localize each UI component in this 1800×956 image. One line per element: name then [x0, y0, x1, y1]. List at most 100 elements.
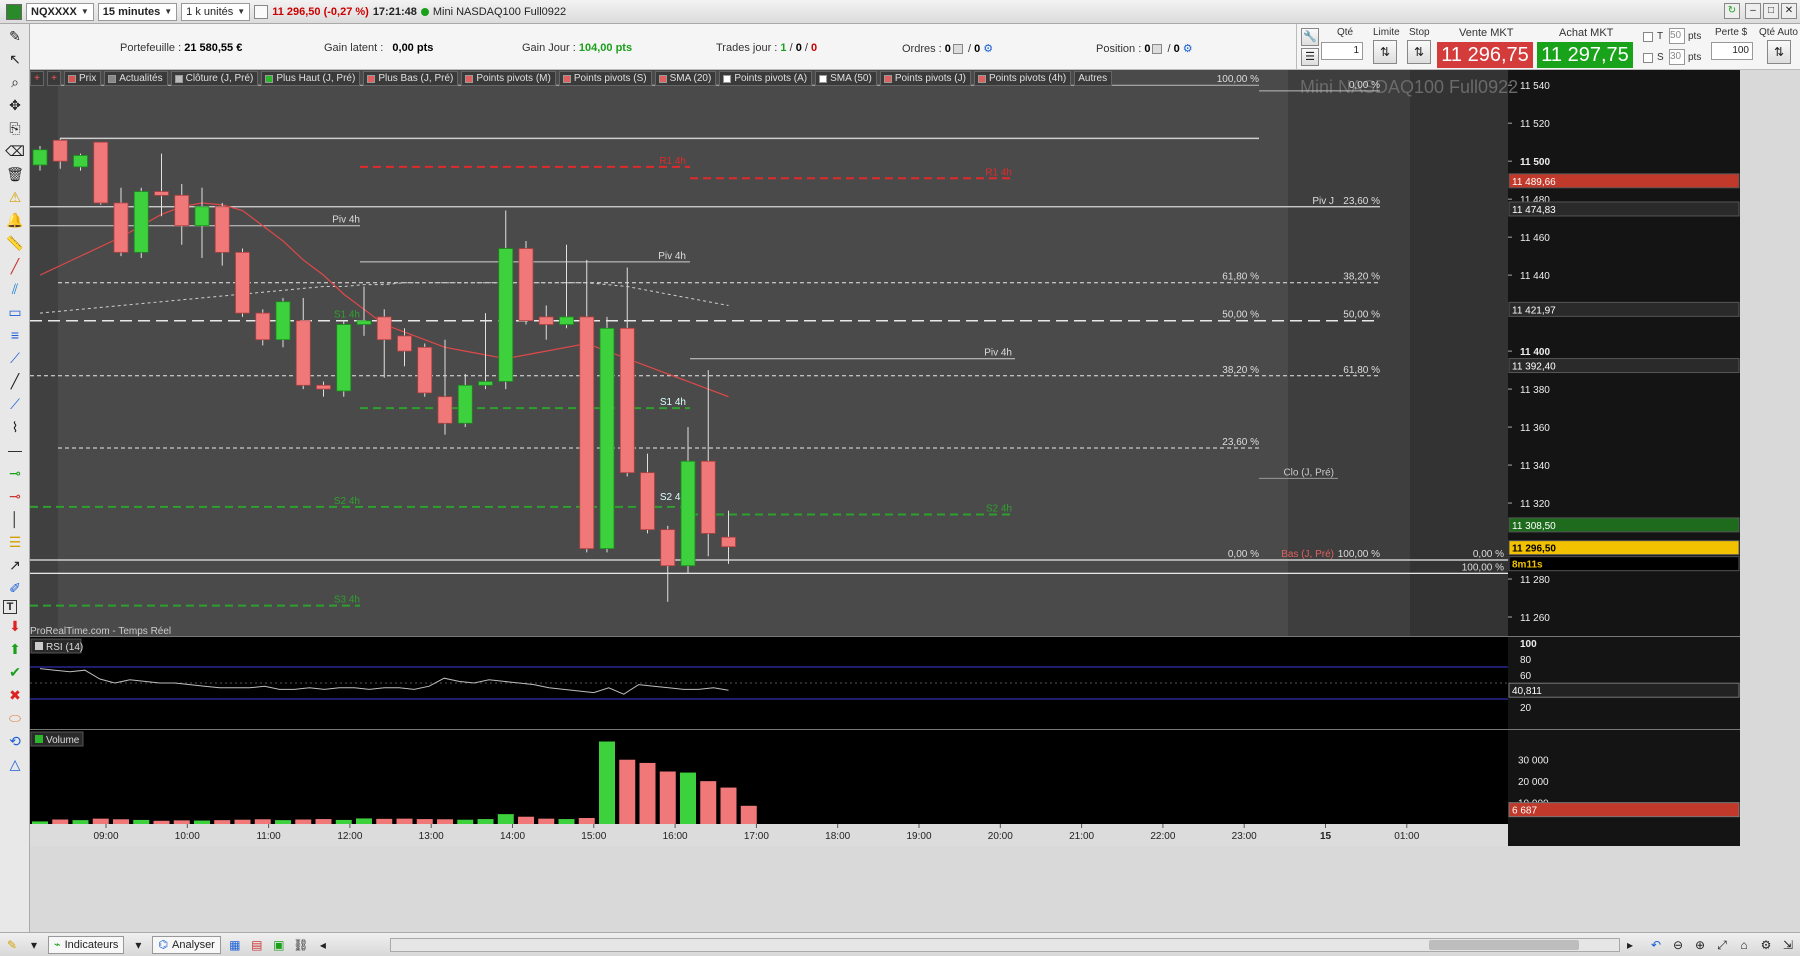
analyze-button[interactable]: ⌬ Analyser — [152, 935, 221, 954]
target-input[interactable]: 50 — [1669, 28, 1685, 44]
units-selector[interactable]: 1 k unités ▼ — [181, 2, 251, 21]
levels-icon[interactable]: ☰ — [3, 531, 27, 553]
trading-system-icon[interactable]: ▣ — [271, 937, 287, 953]
text-icon[interactable]: T — [3, 600, 17, 614]
fib-label: 23,60 % — [1222, 437, 1259, 448]
refresh-icon[interactable]: ↻ — [1724, 3, 1740, 19]
order-list-icon[interactable]: ☰ — [1301, 48, 1319, 66]
position-settings-icon[interactable]: ⚙ — [1183, 43, 1193, 55]
fit-icon[interactable]: ⤢ — [1714, 937, 1730, 953]
scroll-left-icon[interactable]: ◂ — [315, 937, 331, 953]
indicator-chip[interactable]: SMA (20) — [654, 71, 717, 86]
indicator-chip[interactable]: SMA (50) — [815, 71, 877, 86]
indicator-chip[interactable]: Points pivots (S) — [558, 71, 652, 86]
cross-icon[interactable]: ✖ — [3, 684, 27, 706]
indicator-chip[interactable]: Plus Bas (J, Pré) — [363, 71, 459, 86]
sell-market-button[interactable]: 11 296,75 — [1437, 42, 1533, 68]
brush-icon[interactable]: ✐ — [3, 577, 27, 599]
alert-icon[interactable]: ⚠ — [3, 186, 27, 208]
limit-order-button[interactable]: ⇅ — [1373, 40, 1397, 64]
vertical-line-icon[interactable]: │ — [3, 508, 27, 530]
close-button[interactable]: ✕ — [1781, 3, 1797, 19]
expand-icon[interactable]: ⇲ — [1780, 937, 1796, 953]
orders-settings-icon[interactable]: ⚙ — [983, 43, 993, 55]
indicator-chip[interactable]: Points pivots (4h) — [973, 71, 1072, 86]
candle-body — [680, 460, 696, 567]
chart-type-icon[interactable] — [254, 4, 269, 19]
link-icon[interactable]: ⛓ — [293, 937, 309, 953]
chart-svg[interactable]: Mini NASDAQ100 Full0922 100,00 % 0,00 % 61,… — [30, 70, 1740, 916]
stop-checkbox[interactable] — [1643, 53, 1653, 63]
indicator-chip[interactable]: Points pivots (A) — [719, 71, 813, 86]
chevron-down-icon[interactable]: ▾ — [26, 937, 42, 953]
ellipse-icon[interactable]: ⬭ — [3, 707, 27, 729]
wrench-icon[interactable]: 🔧 — [1301, 28, 1319, 46]
timeframe-selector[interactable]: 15 minutes ▼ — [97, 2, 178, 21]
volume-swatch-icon — [35, 735, 43, 743]
screener-icon[interactable]: ▦ — [227, 937, 243, 953]
pencil-icon[interactable]: ✎ — [3, 25, 27, 47]
zoom-icon[interactable]: ⌕ — [3, 71, 27, 93]
zoom-in-icon[interactable]: ⊕ — [1692, 937, 1708, 953]
horizontal-scrollbar[interactable] — [390, 938, 1620, 952]
move-icon[interactable]: ✥ — [3, 94, 27, 116]
indicators-button[interactable]: ⌁ Indicateurs — [48, 935, 125, 954]
indicator-chip[interactable]: Actualités — [104, 71, 168, 86]
position-count[interactable]: Position : 0 / 0 ⚙ — [1096, 42, 1193, 55]
orders-count[interactable]: Ordres : 0 / 0 ⚙ — [902, 42, 993, 55]
chart-area[interactable]: Mini NASDAQ100 Full0922 100,00 % 0,00 % 61,… — [30, 70, 1740, 916]
buy-market-button[interactable]: 11 297,75 — [1537, 42, 1633, 68]
undo-icon[interactable]: ↶ — [1648, 937, 1664, 953]
risk-input[interactable]: 100 — [1711, 42, 1753, 60]
settings-icon[interactable]: ⚙ — [1758, 937, 1774, 953]
quantity-input[interactable]: 1 — [1321, 42, 1363, 60]
horizontal-line-icon[interactable]: — — [3, 439, 27, 461]
symbol-selector[interactable]: NQXXXX ▼ — [26, 2, 94, 21]
check-icon[interactable]: ✔ — [3, 661, 27, 683]
indicator-chip[interactable]: Points pivots (M) — [461, 71, 556, 86]
fibonacci-icon[interactable]: ≡ — [3, 324, 27, 346]
trash-icon[interactable]: 🗑 — [3, 163, 27, 185]
cycle-icon[interactable]: ⟲ — [3, 730, 27, 752]
add-indicator-button[interactable]: + — [30, 71, 44, 86]
triangle-icon[interactable]: △ — [3, 753, 27, 775]
indicator-chip[interactable]: Autres — [1074, 71, 1113, 86]
arrow-down-red-icon[interactable]: ⬇ — [3, 615, 27, 637]
arrow-up-green-icon[interactable]: ⬆ — [3, 638, 27, 660]
trendline-icon[interactable]: ⟋ — [3, 347, 27, 369]
auto-qty-button[interactable]: ⇅ — [1767, 40, 1791, 64]
horizontal-green-icon[interactable]: ⊸ — [3, 462, 27, 484]
maximize-button[interactable]: □ — [1763, 3, 1779, 19]
line-icon[interactable]: ╱ — [3, 370, 27, 392]
segment-icon[interactable]: ╱ — [3, 255, 27, 277]
zoom-out-icon[interactable]: ⊖ — [1670, 937, 1686, 953]
copy-icon[interactable]: ⎘ — [3, 117, 27, 139]
ray-icon[interactable]: ⟋ — [3, 393, 27, 415]
scrollbar-thumb[interactable] — [1429, 940, 1579, 950]
cursor-icon[interactable]: ↖ — [3, 48, 27, 70]
ruler-icon[interactable]: 📏 — [3, 232, 27, 254]
camera-icon[interactable]: ⌂ — [1736, 937, 1752, 953]
horizontal-red-icon[interactable]: ⊸ — [3, 485, 27, 507]
backtest-icon[interactable]: ▤ — [249, 937, 265, 953]
polyline-icon[interactable]: ⌇ — [3, 416, 27, 438]
x-tick-label: 14:00 — [500, 831, 525, 842]
indicator-chip[interactable]: Prix — [64, 71, 102, 86]
stop-loss-input[interactable]: 30 — [1669, 49, 1685, 65]
channel-icon[interactable]: ⫽ — [3, 278, 27, 300]
rectangle-icon[interactable]: ▭ — [3, 301, 27, 323]
arrow-icon[interactable]: ↗ — [3, 554, 27, 576]
indicator-chip[interactable]: Plus Haut (J, Pré) — [261, 71, 361, 86]
eraser-icon[interactable]: ⌫ — [3, 140, 27, 162]
scroll-right-icon[interactable]: ▸ — [1622, 937, 1638, 953]
target-checkbox[interactable] — [1643, 32, 1653, 42]
indicator-chip[interactable]: Clôture (J, Pré) — [170, 71, 259, 86]
stop-order-button[interactable]: ⇅ — [1407, 40, 1431, 64]
add-price-button[interactable]: + — [47, 71, 61, 86]
chevron-down-icon[interactable]: ▾ — [130, 937, 146, 953]
indicator-chip[interactable]: Points pivots (J) — [879, 71, 971, 86]
pencil-icon[interactable]: ✎ — [4, 937, 20, 953]
minimize-button[interactable]: – — [1745, 3, 1761, 19]
bell-icon[interactable]: 🔔 — [3, 209, 27, 231]
indicators-icon: ⌁ — [54, 939, 61, 951]
